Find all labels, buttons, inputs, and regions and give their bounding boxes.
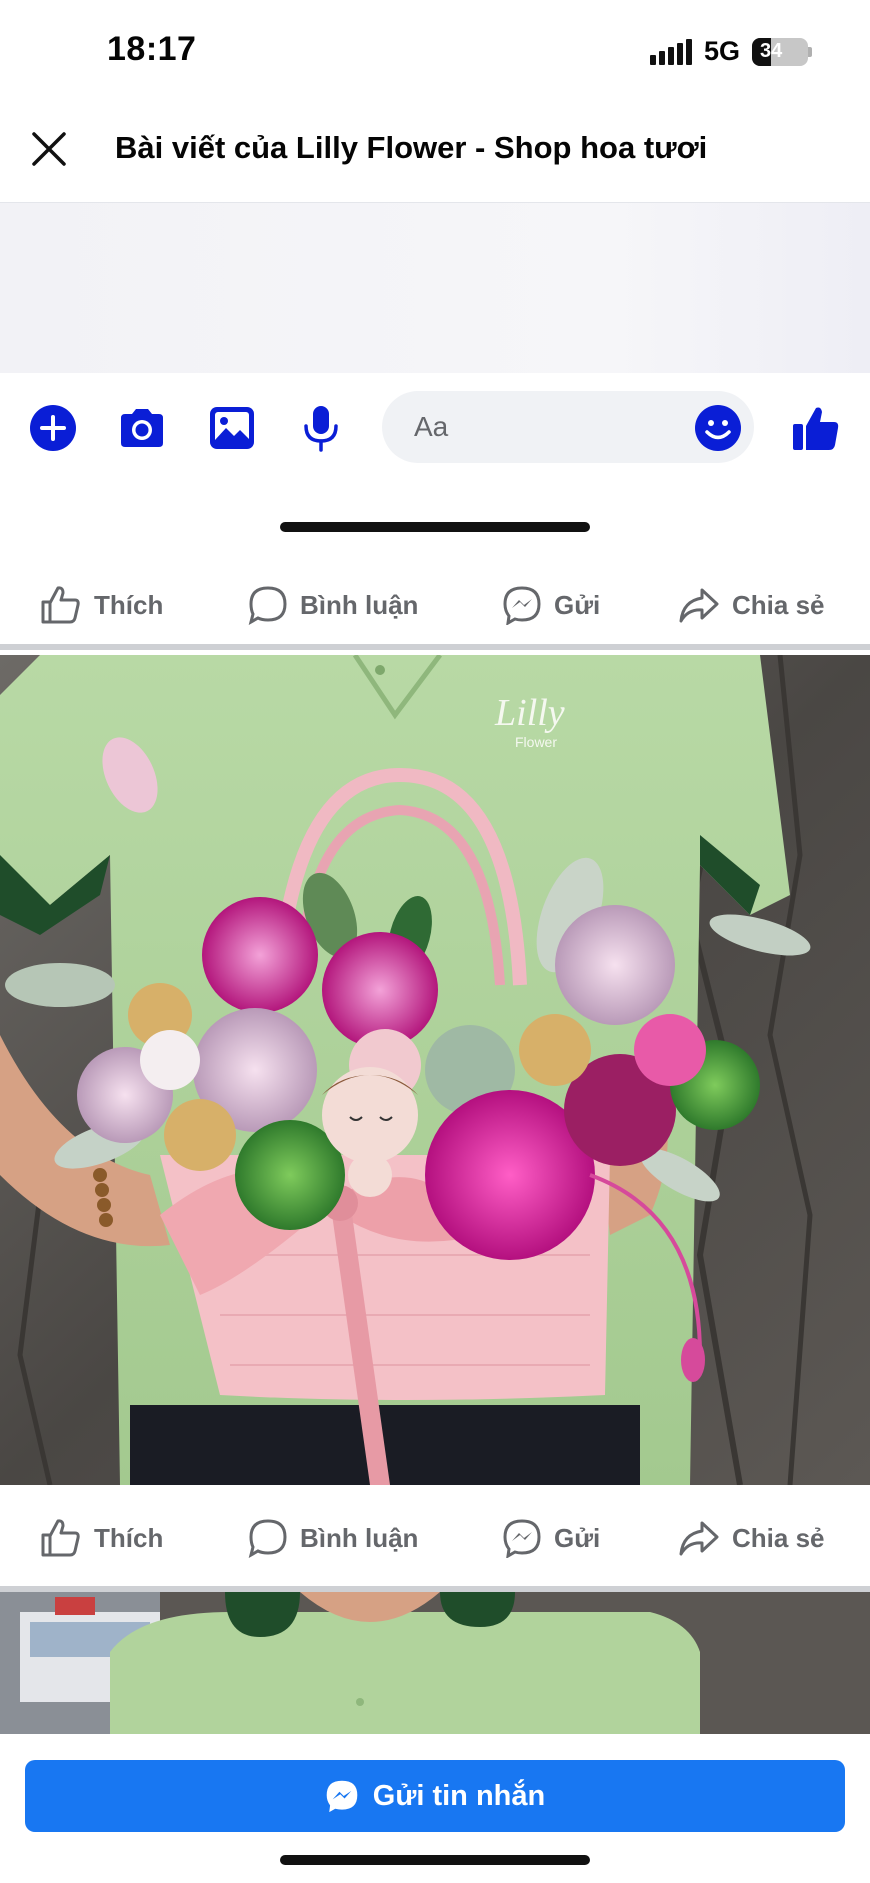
microphone-icon[interactable] [295,402,347,454]
comment-button[interactable]: Bình luận [248,1518,418,1558]
send-message-label: Gửi tin nhắn [372,1779,546,1812]
messenger-icon [503,1519,541,1558]
messenger-icon [326,1780,358,1813]
comment-label: Bình luận [300,589,419,620]
messenger-icon [503,586,541,625]
like-button[interactable]: Thích [40,1518,163,1558]
battery-icon: 34 [752,37,808,66]
like-icon [41,586,80,624]
like-label: Thích [94,589,164,620]
image-icon[interactable] [206,402,258,454]
send-action-button[interactable]: Gửi [502,585,600,625]
camera-icon[interactable] [116,402,168,454]
status-time: 18:17 [107,30,197,68]
like-label: Thích [94,1522,164,1553]
share-icon [679,1521,719,1556]
battery-tip [808,46,812,57]
comment-label: Bình luận [300,1522,419,1553]
shirt-logo-sub: Flower [515,734,557,750]
share-label: Chia sẻ [732,589,825,620]
blurred-background [0,203,870,373]
status-indicators: 5G 34 [649,36,812,67]
flower-basket-photo: Lilly Flower [0,655,870,1485]
post-action-bar: Thích Bình luận Gửi Chia sẻ [0,560,870,650]
post-photo[interactable]: Lilly Flower [0,655,870,1485]
share-icon [679,588,719,623]
post-action-bar-2: Thích Bình luận Gửi Chia sẻ [0,1485,870,1592]
send-message-button[interactable]: Gửi tin nhắn [25,1760,845,1832]
close-icon[interactable] [26,126,72,172]
share-button[interactable]: Chia sẻ [678,1518,825,1558]
plus-circle-icon[interactable] [27,402,79,454]
comment-button[interactable]: Bình luận [248,585,418,625]
page-title: Bài viết của Lilly Flower - Shop hoa tươ… [115,130,708,165]
post-photo-2[interactable] [0,1592,870,1734]
network-type: 5G [703,36,740,66]
comment-icon [248,1519,287,1558]
send-action-button[interactable]: Gửi [502,1518,600,1558]
home-indicator [280,1855,590,1865]
send-label: Gửi [554,1522,601,1553]
share-label: Chia sẻ [732,1522,825,1553]
second-photo [0,1592,870,1734]
like-icon [41,1519,80,1557]
shirt-logo-text: Lilly [494,692,565,734]
send-label: Gửi [554,589,601,620]
signal-icon [649,38,692,65]
share-button[interactable]: Chia sẻ [678,585,825,625]
like-button[interactable]: Thích [40,585,163,625]
thumbs-up-icon[interactable] [790,402,842,454]
emoji-icon[interactable] [692,402,744,454]
comment-icon [248,586,287,625]
home-indicator [280,522,590,532]
battery-percent: 34 [760,40,783,62]
